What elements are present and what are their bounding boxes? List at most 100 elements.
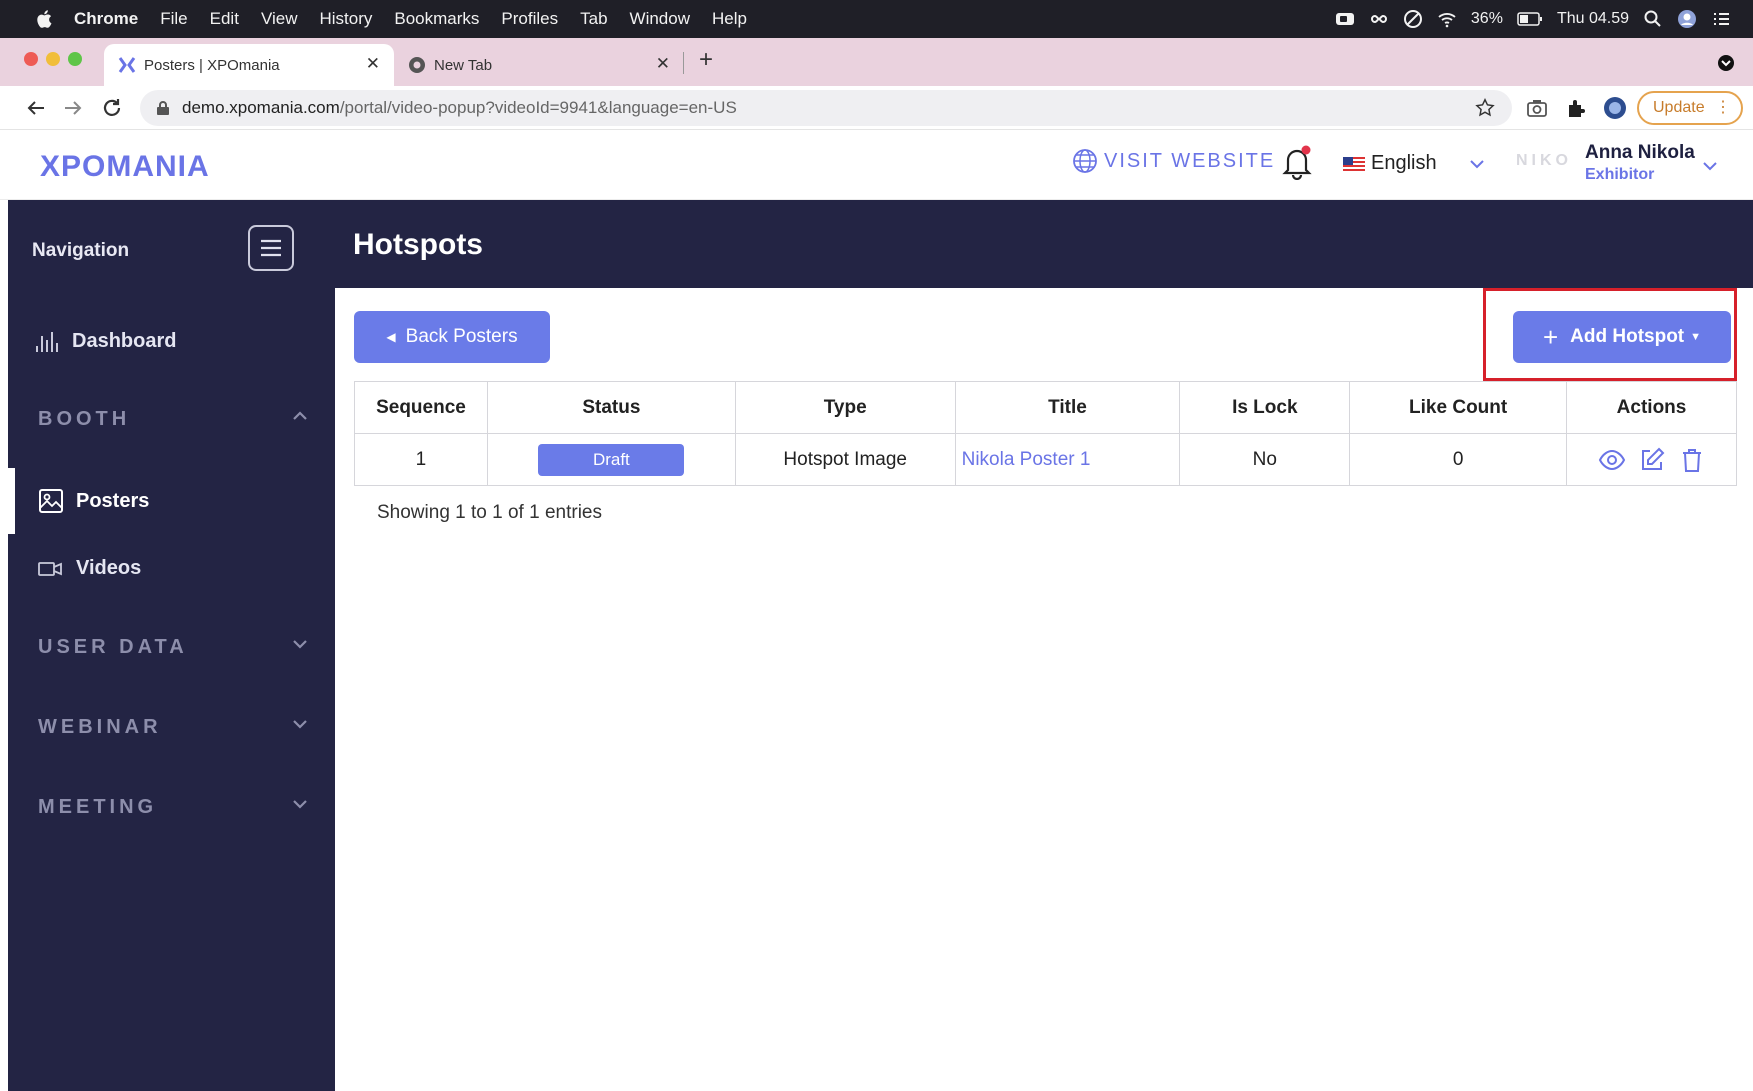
sidebar-item-videos[interactable]: Videos	[38, 557, 141, 580]
sidebar-toggle-button[interactable]	[248, 225, 294, 271]
cell-actions	[1566, 433, 1737, 486]
image-icon	[39, 489, 63, 513]
reload-icon[interactable]	[100, 96, 124, 120]
camera-extension-icon[interactable]	[1526, 97, 1548, 119]
apple-logo-icon[interactable]	[34, 8, 56, 30]
profile-avatar-icon[interactable]	[1603, 96, 1627, 120]
browser-tab-posters[interactable]: Posters | XPOmania ✕	[104, 44, 394, 86]
edit-icon[interactable]	[1638, 446, 1666, 474]
browser-tab-new-tab[interactable]: New Tab ✕	[394, 44, 684, 86]
sidebar-item-label: Videos	[76, 557, 142, 579]
window-minimize-button[interactable]	[46, 52, 60, 66]
tab-divider	[683, 52, 684, 74]
table-row: 1 Draft Hotspot Image Nikola Poster 1 No…	[354, 433, 1737, 486]
battery-icon[interactable]	[1517, 12, 1543, 26]
caret-left-icon: ◀	[386, 330, 396, 344]
menu-bar-tray: 36% Thu 04.59	[1335, 0, 1731, 38]
user-menu-chevron-down-icon[interactable]	[1700, 156, 1720, 176]
back-posters-button[interactable]: ◀ Back Posters	[354, 311, 550, 363]
chevron-down-icon[interactable]	[290, 794, 310, 814]
sidebar-section-booth[interactable]: BOOTH	[38, 408, 130, 431]
forward-arrow-icon[interactable]	[61, 96, 85, 120]
column-header-sequence[interactable]: Sequence	[354, 381, 488, 434]
infinity-tray-icon[interactable]	[1369, 9, 1389, 29]
menu-tab[interactable]: Tab	[580, 9, 607, 29]
window-zoom-button[interactable]	[68, 52, 82, 66]
menu-edit[interactable]: Edit	[210, 9, 239, 29]
cell-title-link[interactable]: Nikola Poster 1	[954, 433, 1181, 486]
address-bar[interactable]: demo.xpomania.com/portal/video-popup?vid…	[140, 90, 1512, 126]
chevron-up-icon[interactable]	[290, 406, 310, 426]
new-tab-plus-icon[interactable]: +	[699, 46, 713, 74]
column-header-title[interactable]: Title	[954, 381, 1181, 434]
logo-text: XPOMANIA	[40, 150, 210, 180]
column-header-status[interactable]: Status	[486, 381, 736, 434]
user-avatar-tray-icon[interactable]	[1677, 9, 1697, 29]
xpomania-logo[interactable]: XPOMANIA	[40, 150, 226, 180]
control-center-icon[interactable]	[1711, 9, 1731, 29]
url-path: /portal/video-popup?videoId=9941&languag…	[339, 98, 737, 117]
sidebar-section-meeting[interactable]: MEETING	[38, 796, 157, 819]
table-entries-info: Showing 1 to 1 of 1 entries	[377, 502, 602, 523]
sidebar-section-webinar[interactable]: WEBINAR	[38, 716, 162, 739]
menu-app-name[interactable]: Chrome	[74, 9, 138, 29]
add-hotspot-button[interactable]: + Add Hotspot ▼	[1513, 311, 1731, 363]
menu-help[interactable]: Help	[712, 9, 747, 29]
visit-website-link[interactable]: VISIT WEBSITE	[1072, 148, 1275, 174]
column-header-type[interactable]: Type	[734, 381, 956, 434]
column-header-actions: Actions	[1566, 381, 1737, 434]
visit-website-label: VISIT WEBSITE	[1104, 149, 1276, 172]
main-content: ◀ Back Posters + Add Hotspot ▼ Sequence …	[335, 288, 1753, 1091]
video-icon	[38, 561, 62, 576]
menu-view[interactable]: View	[261, 9, 298, 29]
browser-toolbar: demo.xpomania.com/portal/video-popup?vid…	[0, 86, 1753, 130]
sidebar-section-user-data[interactable]: USER DATA	[38, 636, 188, 659]
url-host: demo.xpomania.com	[182, 98, 340, 117]
menu-history[interactable]: History	[319, 9, 372, 29]
column-header-like-count[interactable]: Like Count	[1349, 381, 1568, 434]
chevron-down-icon[interactable]	[1467, 154, 1487, 174]
chevron-down-icon[interactable]	[290, 714, 310, 734]
window-close-button[interactable]	[24, 52, 38, 66]
view-eye-icon[interactable]	[1598, 446, 1626, 474]
vpn-tray-icon[interactable]	[1403, 9, 1423, 29]
language-label: English	[1371, 152, 1437, 174]
wifi-icon[interactable]	[1437, 9, 1457, 29]
battery-percent: 36%	[1470, 10, 1503, 27]
chevron-down-icon[interactable]	[290, 634, 310, 654]
notification-bell-icon[interactable]	[1280, 144, 1314, 180]
hamburger-menu-icon	[261, 239, 281, 257]
tab-close-icon[interactable]: ✕	[366, 54, 380, 74]
menu-bookmarks[interactable]: Bookmarks	[394, 9, 479, 29]
back-posters-label: Back Posters	[405, 326, 518, 347]
menu-window[interactable]: Window	[630, 9, 690, 29]
tab-search-icon[interactable]	[1717, 54, 1735, 72]
user-name[interactable]: Anna Nikola	[1585, 142, 1695, 164]
xpomania-favicon-icon	[118, 57, 136, 73]
spotlight-search-icon[interactable]	[1643, 9, 1663, 29]
back-arrow-icon[interactable]	[24, 96, 48, 120]
video-camera-tray-icon[interactable]	[1335, 9, 1355, 29]
bar-chart-icon	[36, 332, 58, 352]
screenshot-frame: Chrome File Edit View History Bookmarks …	[0, 0, 1753, 1091]
sidebar-item-posters[interactable]: Posters	[38, 488, 149, 514]
column-header-is-lock[interactable]: Is Lock	[1179, 381, 1351, 434]
bookmark-star-icon[interactable]	[1474, 97, 1496, 119]
menu-bar-clock[interactable]: Thu 04.59	[1557, 10, 1629, 28]
cell-status: Draft	[486, 433, 736, 486]
cell-like-count: 0	[1349, 433, 1568, 486]
delete-trash-icon[interactable]	[1678, 446, 1706, 474]
status-badge[interactable]: Draft	[538, 443, 685, 476]
menu-file[interactable]: File	[160, 9, 187, 29]
language-selector[interactable]: English	[1343, 152, 1437, 175]
more-menu-icon[interactable]: ⋮	[1715, 97, 1731, 117]
caret-down-icon: ▼	[1690, 331, 1702, 343]
sidebar-item-dashboard[interactable]: Dashboard	[34, 328, 176, 354]
menu-profiles[interactable]: Profiles	[501, 9, 558, 29]
lock-icon[interactable]	[156, 100, 170, 116]
extensions-puzzle-icon[interactable]	[1565, 97, 1587, 119]
hotspots-table: Sequence Status Type Title Is Lock Like …	[354, 381, 1737, 486]
tab-close-icon[interactable]: ✕	[656, 54, 670, 74]
tab-title: New Tab	[434, 56, 493, 74]
chrome-update-button[interactable]: Update ⋮	[1637, 91, 1743, 125]
